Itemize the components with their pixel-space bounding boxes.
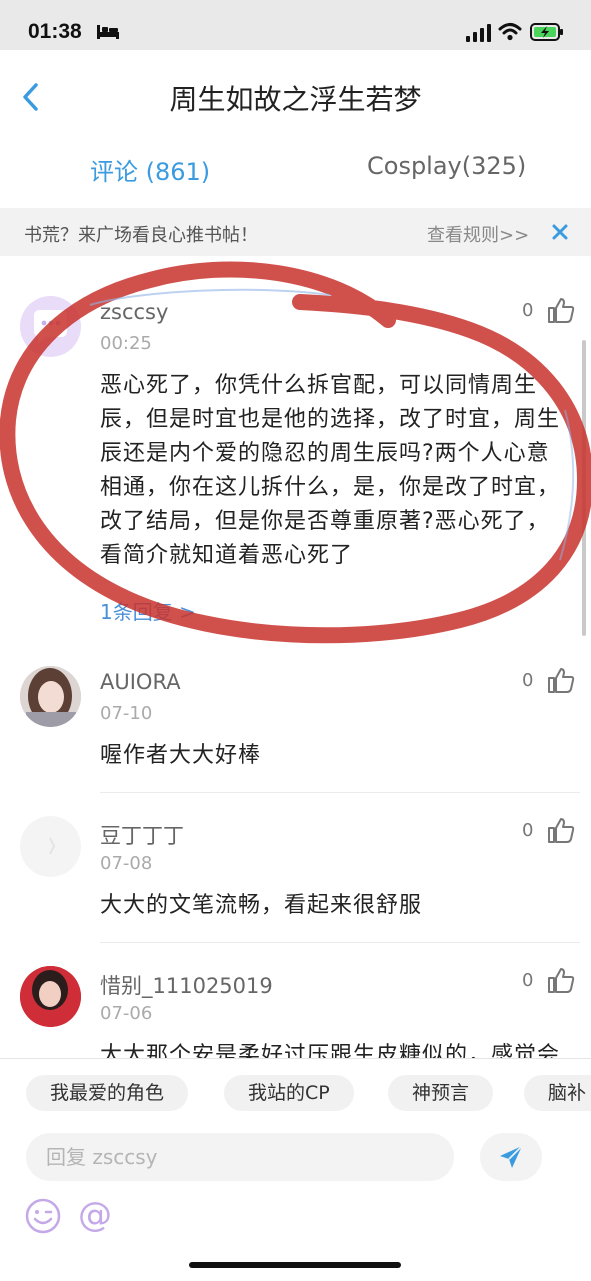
comment-item: zsccsy 00:25 0 恶心死了，你凭什么拆官配，可以同情周生辰，但是时宜… <box>0 280 591 650</box>
comment-time: 00:25 <box>100 333 152 354</box>
tab-comments[interactable]: 评论 (861) <box>90 152 210 187</box>
scrollbar[interactable] <box>582 340 586 636</box>
topic-chip[interactable]: 脑补 <box>524 1075 591 1111</box>
tab-bar: 评论 (861) Cosplay(325) <box>0 142 591 202</box>
home-indicator <box>189 1262 401 1268</box>
notice-banner: 书荒？来广场看良心推书帖！ 查看规则>> <box>0 208 591 256</box>
like-count: 0 <box>522 300 534 321</box>
comment-item: AUIORA 07-10 0 喔作者大大好棒 <box>0 650 591 795</box>
thumbs-up-icon[interactable] <box>547 816 575 844</box>
comment-username[interactable]: zsccsy <box>100 300 168 324</box>
thumbs-up-icon[interactable] <box>547 296 575 324</box>
avatar[interactable] <box>20 666 81 727</box>
send-arrow-icon <box>500 1145 523 1168</box>
comment-time: 07-08 <box>100 853 153 874</box>
divider <box>100 942 580 943</box>
comment-item: 惜别_111025019 07-06 0 大大那个安是柔好过压跟生皮糖似的，感觉… <box>0 950 591 1058</box>
divider <box>100 792 580 793</box>
comment-time: 07-10 <box>100 703 153 724</box>
thumbs-up-icon[interactable] <box>547 966 575 994</box>
mention-icon[interactable]: @ <box>78 1195 112 1235</box>
comment-username[interactable]: 豆丁丁丁 <box>100 820 184 850</box>
status-bar: 01:38 <box>0 0 591 50</box>
avatar[interactable] <box>20 816 81 877</box>
reply-input[interactable] <box>26 1133 454 1181</box>
topic-chip[interactable]: 神预言 <box>388 1075 494 1111</box>
avatar[interactable] <box>20 966 81 1027</box>
thumbs-up-icon[interactable] <box>547 666 575 694</box>
emoji-icon[interactable] <box>24 1197 62 1235</box>
user-photo <box>20 666 81 727</box>
page-title: 周生如故之浮生若梦 <box>169 83 422 116</box>
comment-username[interactable]: 惜别_111025019 <box>100 970 273 1000</box>
chat-bubble-icon <box>34 310 67 344</box>
comment-item: 豆丁丁丁 07-08 0 大大的文笔流畅，看起来很舒服 <box>0 800 591 945</box>
topic-chips: 我最爱的角色 我站的CP 神预言 脑补 <box>0 1075 591 1115</box>
view-rules-link[interactable]: 查看规则>> <box>427 221 529 247</box>
like-count: 0 <box>522 670 534 691</box>
comment-time: 07-06 <box>100 1003 153 1024</box>
status-time: 01:38 <box>28 20 82 43</box>
close-icon[interactable] <box>550 222 570 242</box>
battery-charging-icon <box>530 23 563 41</box>
comment-text: 恶心死了，你凭什么拆官配，可以同情周生辰，但是时宜也是他的选择，改了时宜，周生辰… <box>100 373 561 568</box>
tab-cosplay[interactable]: Cosplay(325) <box>367 152 526 180</box>
reply-panel: 我最爱的角色 我站的CP 神预言 脑补 @ <box>0 1058 591 1281</box>
user-photo <box>20 966 81 1027</box>
sleep-focus-icon <box>97 25 119 39</box>
notice-text[interactable]: 书荒？来广场看良心推书帖！ <box>24 221 258 247</box>
like-count: 0 <box>522 820 534 841</box>
cellular-signal-icon <box>466 24 491 42</box>
like-count: 0 <box>522 970 534 991</box>
topic-chip[interactable]: 我站的CP <box>224 1075 354 1111</box>
default-avatar-icon <box>49 837 56 855</box>
wifi-icon <box>498 23 522 41</box>
send-button[interactable] <box>480 1133 542 1181</box>
comment-username[interactable]: AUIORA <box>100 670 181 694</box>
comment-text: 大大那个安是柔好过压跟生皮糖似的，感觉会 <box>100 1043 561 1058</box>
nav-bar: 周生如故之浮生若梦 <box>0 50 591 142</box>
comment-text: 喔作者大大好棒 <box>100 743 262 768</box>
topic-chip[interactable]: 我最爱的角色 <box>26 1075 189 1111</box>
avatar[interactable] <box>20 296 81 357</box>
comment-text: 大大的文笔流畅，看起来很舒服 <box>100 893 423 918</box>
view-replies-link[interactable]: 1条回复 > <box>100 596 196 625</box>
